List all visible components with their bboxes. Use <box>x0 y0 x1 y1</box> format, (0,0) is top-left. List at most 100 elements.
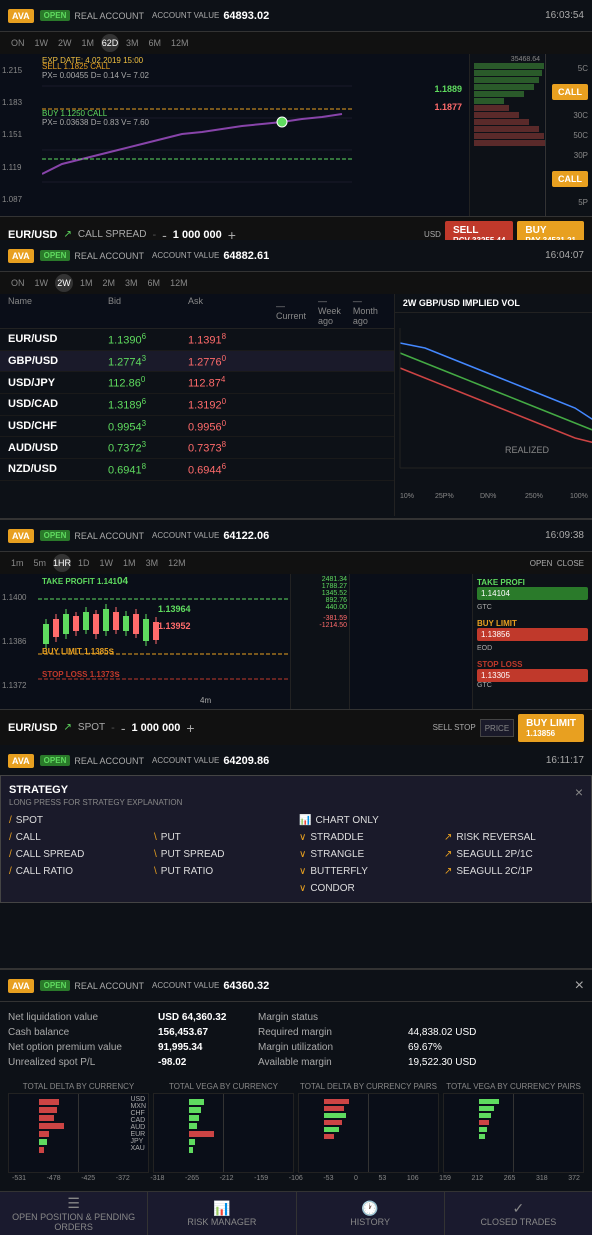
tf-12M-2[interactable]: 12M <box>167 277 191 289</box>
mw-row-usdcad[interactable]: USD/CAD 1.31896 1.31920 <box>0 394 394 416</box>
tf-1M-2[interactable]: 1M <box>77 277 96 289</box>
close-button-5[interactable]: × <box>575 977 584 995</box>
account-label-5: REAL ACCOUNT <box>74 981 144 991</box>
nav-open-positions-label: OPEN POSITION & PENDING ORDERS <box>4 1212 143 1232</box>
nav-risk-manager[interactable]: 📊 RISK MANAGER <box>148 1192 296 1235</box>
scale-5C: 5C <box>578 64 588 73</box>
strategy-risk-reversal[interactable]: ↗ RISK REVERSAL <box>444 832 583 843</box>
tf-2M-2[interactable]: 2M <box>100 277 119 289</box>
delta-by-pairs-label: TOTAL DELTA BY CURRENCY PAIRS <box>298 1082 439 1091</box>
tf-1W-2[interactable]: 1W <box>32 277 52 289</box>
mw-row-nzdusd[interactable]: NZD/USD 0.69418 0.69446 <box>0 459 394 481</box>
qty-plus-3[interactable]: + <box>186 720 194 736</box>
call-btn-top[interactable]: CALL <box>552 84 588 100</box>
qty-minus-3[interactable]: - <box>121 720 126 736</box>
tf-1HR-3[interactable]: 1HR <box>53 554 71 572</box>
nav-history[interactable]: 🕐 HISTORY <box>297 1192 445 1235</box>
tf-1m-3[interactable]: 1m <box>8 557 27 569</box>
tf-12M-3[interactable]: 12M <box>165 557 189 569</box>
strategy-seagull-2p1c[interactable]: ↗ SEAGULL 2P/1C <box>444 849 583 860</box>
strategy-straddle[interactable]: ∨ STRADDLE <box>299 832 438 843</box>
take-profit-annotation: TAKE PROFIT 1.14104 <box>42 576 128 587</box>
tf-ON-1[interactable]: ON <box>8 37 28 49</box>
strategy-call-ratio[interactable]: / CALL RATIO <box>9 866 148 877</box>
mw-row-gbpusd[interactable]: GBP/USD 1.27743 1.27760 <box>0 351 394 373</box>
strategy-close-button[interactable]: × <box>575 784 583 800</box>
strategy-seagull-2c1p[interactable]: ↗ SEAGULL 2C/1P <box>444 866 583 877</box>
nav-risk-manager-label: RISK MANAGER <box>187 1217 256 1227</box>
delta-by-currency-label: TOTAL DELTA BY CURRENCY <box>8 1082 149 1091</box>
svg-text:1.13952: 1.13952 <box>158 621 191 631</box>
tf-3M-1[interactable]: 3M <box>123 37 142 49</box>
tf-1M-3[interactable]: 1M <box>120 557 139 569</box>
strategy-put[interactable]: \ PUT <box>154 832 293 843</box>
unrealized-value: -98.02 <box>158 1057 258 1068</box>
account-value-label-4: ACCOUNT VALUE <box>152 756 219 765</box>
strategy-call-spread[interactable]: / CALL SPREAD <box>9 849 148 860</box>
timeframe-row-3: 1m 5m 1HR 1D 1W 1M 3M 12M OPEN CLOSE <box>0 552 592 574</box>
tf-12M-1[interactable]: 12M <box>168 37 192 49</box>
call-btn-bottom[interactable]: CALL <box>552 171 588 187</box>
svg-text:100%: 100% <box>570 493 588 500</box>
buy-limit-button-3[interactable]: BUY LIMIT 1.13856 <box>518 714 584 742</box>
mw-row-usdjpy[interactable]: USD/JPY 112.860 112.874 <box>0 372 394 394</box>
account-value-label-5: ACCOUNT VALUE <box>152 981 219 990</box>
account-value-label-1: ACCOUNT VALUE <box>152 11 219 20</box>
time-4: 16:11:17 <box>546 755 584 766</box>
mw-row-usdchf[interactable]: USD/CHF 0.99543 0.99560 <box>0 416 394 438</box>
strategy-condor[interactable]: ∨ CONDOR <box>299 883 438 894</box>
ava-logo-4: AVA <box>8 754 34 768</box>
netliq-label: Net liquidation value <box>8 1012 158 1023</box>
timeframe-row-2: ON 1W 2W 1M 2M 3M 6M 12M <box>0 272 592 294</box>
strategy-chart-only[interactable]: 📊 CHART ONLY <box>299 815 438 826</box>
section4-header: AVA OPEN REAL ACCOUNT ACCOUNT VALUE 6420… <box>0 745 592 777</box>
account-label-4: REAL ACCOUNT <box>74 756 144 766</box>
mw-legend: — Current — Week ago — Month ago <box>268 296 386 326</box>
open-positions-icon: ☰ <box>67 1195 80 1212</box>
margin-status-label: Margin status <box>258 1012 408 1023</box>
mw-row-eurusd[interactable]: EUR/USD 1.13906 1.13918 <box>0 329 394 351</box>
account-label-1: REAL ACCOUNT <box>74 11 144 21</box>
tf-ON-2[interactable]: ON <box>8 277 28 289</box>
price-marker-2: 1.1877 <box>434 102 462 112</box>
req-margin-label: Required margin <box>258 1027 408 1038</box>
cash-label: Cash balance <box>8 1027 158 1038</box>
strategy-call[interactable]: / CALL <box>9 832 148 843</box>
section2-content: Name Bid Ask — Current — Week ago — Mont… <box>0 294 592 516</box>
account-label-2: REAL ACCOUNT <box>74 251 144 261</box>
tf-6M-2[interactable]: 6M <box>145 277 164 289</box>
legend-month: — Month ago <box>353 296 378 326</box>
svg-text:REALIZED: REALIZED <box>505 445 550 455</box>
quantity-1: 1 000 000 <box>173 229 222 241</box>
strategy-butterfly[interactable]: ∨ BUTTERFLY <box>299 866 438 877</box>
delta-pairs-svg <box>299 1094 438 1173</box>
time-label-chart-3: 4m <box>200 696 211 705</box>
price-1-087: 1.087 <box>2 195 40 204</box>
nav-open-positions[interactable]: ☰ OPEN POSITION & PENDING ORDERS <box>0 1192 148 1235</box>
strategy-put-spread[interactable]: \ PUT SPREAD <box>154 849 293 860</box>
tf-2W-2[interactable]: 2W <box>55 274 73 292</box>
tf-3M-2[interactable]: 3M <box>122 277 141 289</box>
tf-6M-1[interactable]: 6M <box>146 37 165 49</box>
mw-row-audusd[interactable]: AUD/USD 0.73723 0.73738 <box>0 437 394 459</box>
tf-1M-1[interactable]: 1M <box>79 37 98 49</box>
nav-closed-trades[interactable]: ✓ CLOSED TRADES <box>445 1192 592 1235</box>
strategy-put-ratio[interactable]: \ PUT RATIO <box>154 866 293 877</box>
market-watch-table: Name Bid Ask — Current — Week ago — Mont… <box>0 294 394 516</box>
tf-1W-3[interactable]: 1W <box>97 557 117 569</box>
strategy-modal-title: STRATEGY <box>9 784 583 796</box>
account-row-unrealized: Unrealized spot P/L -98.02 Available mar… <box>8 1055 584 1070</box>
tf-1D-3[interactable]: 1D <box>75 557 93 569</box>
tf-1W-1[interactable]: 1W <box>32 37 52 49</box>
account-value-3: 64122.06 <box>223 530 269 542</box>
tf-5m-3[interactable]: 5m <box>31 557 50 569</box>
tf-2W-1[interactable]: 2W <box>55 37 75 49</box>
pair-arrow-3: ↗ <box>64 722 72 733</box>
strategy-3: SPOT <box>78 722 105 733</box>
strategy-spot[interactable]: / SPOT <box>9 815 148 826</box>
tf-62D-1[interactable]: 62D <box>101 34 119 52</box>
tf-3M-3[interactable]: 3M <box>143 557 162 569</box>
bar-charts: USDMXNCHFCADAUDEURJPYXAU <box>8 1093 584 1173</box>
strategy-strangle[interactable]: ∨ STRANGLE <box>299 849 438 860</box>
section1-header: AVA OPEN REAL ACCOUNT ACCOUNT VALUE 6489… <box>0 0 592 32</box>
